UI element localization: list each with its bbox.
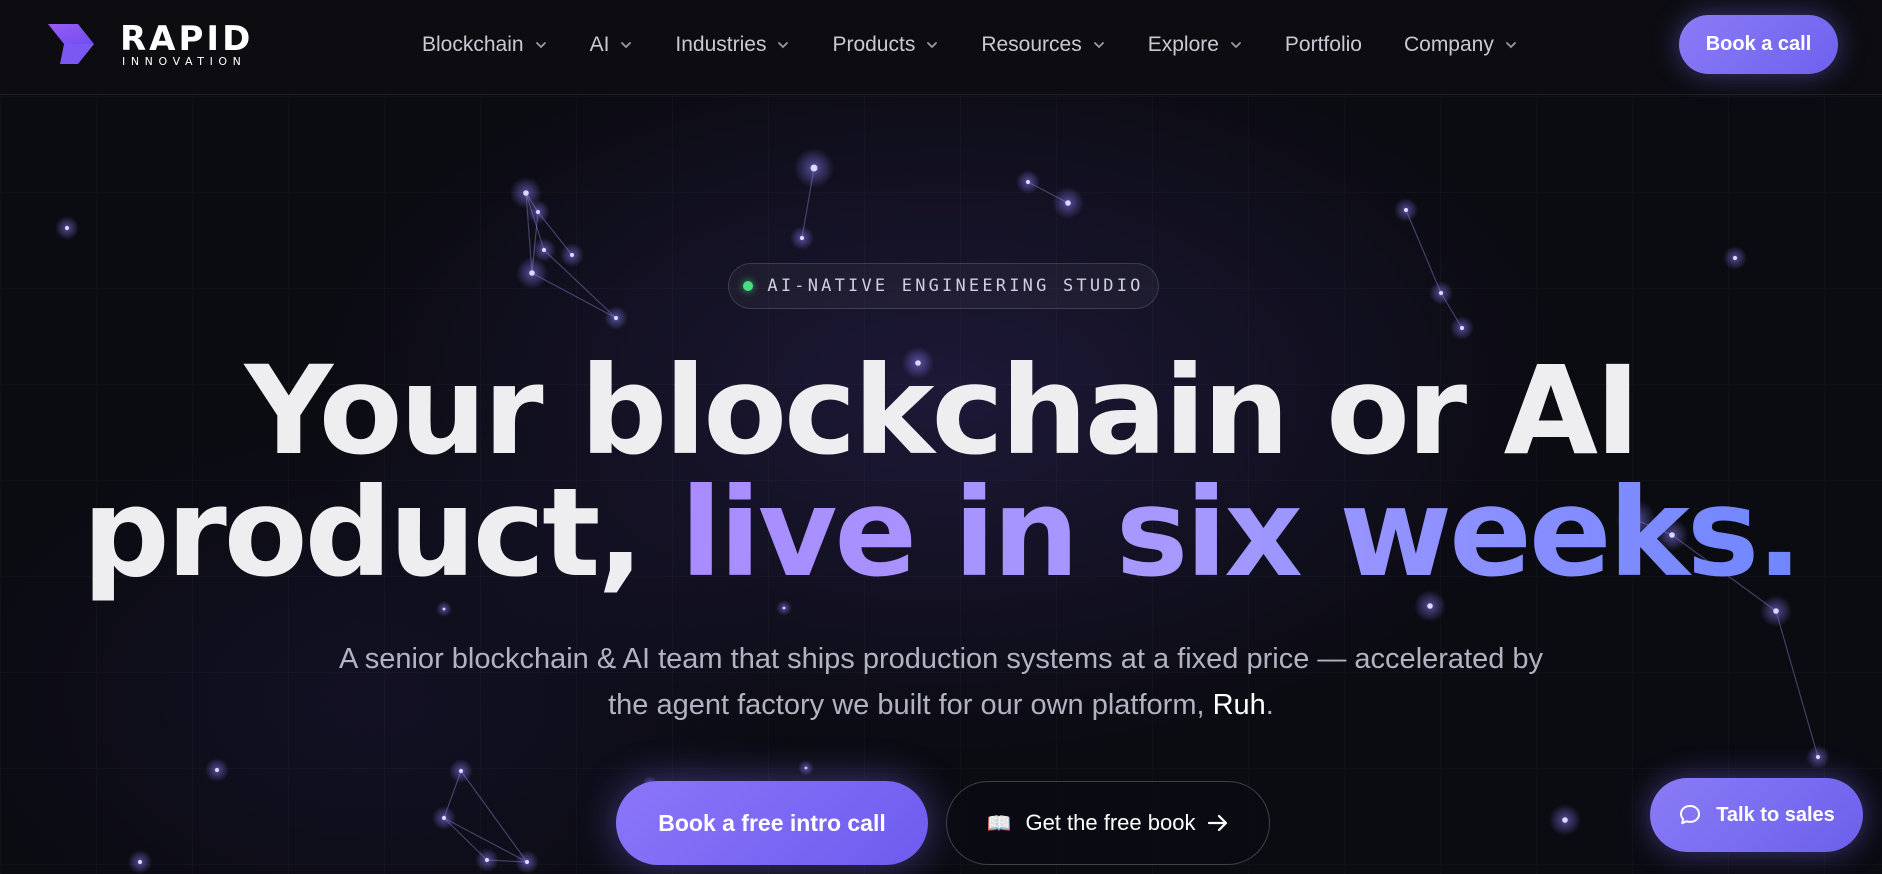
get-free-book-button[interactable]: 📖 Get the free book: [946, 781, 1270, 865]
hero-subtitle-line-2: the agent factory we built for our own p…: [608, 689, 1213, 721]
hero-subtitle-line-1: A senior blockchain & AI team that ships…: [338, 643, 1544, 675]
star: [458, 768, 464, 774]
hero-headline-line-2: product, live in six weeks.: [0, 472, 1882, 594]
book-icon: 📖: [986, 812, 1012, 835]
star: [613, 315, 619, 321]
nav-item-label: Portfolio: [1284, 33, 1362, 56]
chevron-down-icon: [927, 42, 938, 49]
nav-item-resources[interactable]: Resources: [981, 30, 1105, 60]
star: [137, 859, 143, 865]
star: [810, 164, 818, 172]
star: [1459, 325, 1465, 331]
nav-item-label: Resources: [981, 33, 1082, 56]
nav-item-label: Industries: [675, 33, 767, 56]
chevron-down-icon: [1231, 42, 1241, 49]
hero-headline-plain: product,: [82, 462, 681, 604]
star: [529, 270, 535, 276]
page: RAPID INNOVATION Blockchain AI Industries P…: [0, 0, 1882, 874]
star: [535, 209, 541, 215]
star: [799, 235, 805, 241]
chevron-down-icon: [1505, 42, 1516, 49]
nav-item-explore[interactable]: Explore: [1148, 30, 1243, 60]
star: [804, 766, 808, 770]
hero-subtitle: A senior blockchain & AI team that ships…: [291, 636, 1591, 728]
brand-tagline: INNOVATION: [122, 55, 247, 68]
top-navigation: RAPID INNOVATION Blockchain AI Industries P…: [0, 0, 1882, 95]
star: [524, 859, 530, 865]
get-free-book-label: Get the free book: [1025, 810, 1196, 835]
star: [1562, 817, 1568, 823]
star: [1403, 207, 1409, 213]
nav-item-label: AI: [589, 33, 610, 56]
nav-item-industries[interactable]: Industries: [675, 30, 790, 60]
star: [1773, 608, 1779, 614]
hero-subtitle-end: .: [1265, 689, 1274, 721]
star: [1025, 179, 1031, 185]
star: [441, 815, 447, 821]
star: [484, 857, 490, 863]
main-menu: Blockchain AI Industries Products Resources E…: [422, 30, 1560, 60]
hero-badge: AI-NATIVE ENGINEERING STUDIO: [728, 263, 1159, 309]
constellation-line: [1405, 209, 1442, 294]
constellation-line: [460, 770, 528, 863]
nav-item-company[interactable]: Company: [1404, 30, 1518, 60]
chevron-down-icon: [1093, 42, 1104, 49]
hero-badge-label: AI-NATIVE ENGINEERING STUDIO: [767, 276, 1144, 296]
chevron-down-icon: [778, 42, 789, 49]
nav-item-label: Blockchain: [422, 33, 524, 56]
nav-item-ai[interactable]: AI: [590, 30, 634, 60]
nav-item-blockchain[interactable]: Blockchain: [422, 30, 548, 60]
nav-item-portfolio[interactable]: Portfolio: [1285, 30, 1362, 60]
hero-headline-accent: live in six weeks.: [680, 462, 1802, 604]
star: [1438, 290, 1444, 296]
hero-headline-line-1: Your blockchain or AI: [244, 340, 1641, 482]
chat-bubble-icon: [1680, 805, 1701, 825]
brand-logo[interactable]: RAPID INNOVATION: [48, 20, 268, 70]
status-dot-icon: [743, 281, 754, 291]
star: [523, 190, 529, 196]
constellation-line: [1775, 610, 1819, 758]
book-free-intro-call-button[interactable]: Book a free intro call: [616, 781, 928, 865]
nav-item-products[interactable]: Products: [832, 30, 939, 60]
nav-item-label: Explore: [1147, 33, 1219, 56]
talk-to-sales-label: Talk to sales: [1716, 803, 1835, 826]
brand-name: RAPID: [120, 19, 254, 59]
arrow-right-icon: [1208, 814, 1228, 832]
star: [541, 247, 547, 253]
nav-item-label: Company: [1403, 33, 1494, 56]
hero-headline: Your blockchain or AI product, live in s…: [0, 350, 1882, 594]
star: [214, 767, 220, 773]
chevron-down-icon: [535, 42, 546, 49]
chevron-down-icon: [621, 42, 632, 49]
star: [442, 607, 446, 611]
star: [1427, 603, 1433, 609]
brand-logo-mark-icon: [48, 24, 94, 64]
star: [782, 606, 786, 610]
ruh-highlight: Ruh: [1212, 689, 1266, 721]
star: [1732, 255, 1738, 261]
star: [1815, 754, 1821, 760]
nav-item-label: Products: [832, 33, 916, 56]
star: [569, 252, 575, 258]
star: [1065, 200, 1071, 206]
book-a-call-button[interactable]: Book a call: [1679, 15, 1838, 74]
talk-to-sales-button[interactable]: Talk to sales: [1650, 778, 1863, 852]
star: [64, 225, 70, 231]
